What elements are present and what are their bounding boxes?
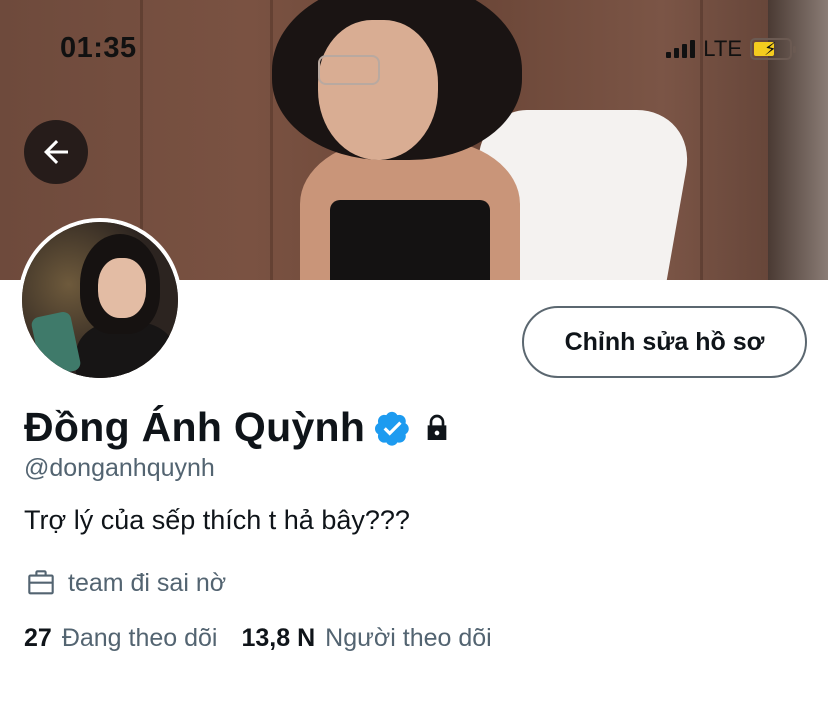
battery-icon: ⚡ [750,38,796,60]
work-label: team đi sai nờ [68,568,227,597]
following-count[interactable]: 27 [24,624,52,653]
status-indicators: LTE ⚡ [666,36,796,62]
network-type: LTE [703,36,742,61]
lock-icon [421,412,453,444]
status-time: 01:35 [60,32,137,64]
arrow-left-icon [38,134,74,170]
briefcase-icon [24,566,58,600]
profile-bio: Trợ lý của sếp thích t hả bây??? [24,505,410,535]
back-button[interactable] [24,120,88,184]
follow-stats: 27 Đang theo dõi 13,8 N Người theo dõi [24,624,506,653]
followers-label[interactable]: Người theo dõi [325,624,492,653]
avatar[interactable] [18,218,182,382]
profile-work: team đi sai nờ [24,566,226,600]
followers-count[interactable]: 13,8 N [242,624,316,653]
edit-profile-button[interactable]: Chỉnh sửa hồ sơ [522,306,807,378]
profile-handle: @donganhquynh [24,454,215,482]
name-row: Đồng Ánh Quỳnh [24,404,453,451]
following-label[interactable]: Đang theo dõi [62,624,218,653]
display-name: Đồng Ánh Quỳnh [24,404,366,450]
verified-badge-icon [375,410,411,446]
signal-icon [666,40,696,58]
